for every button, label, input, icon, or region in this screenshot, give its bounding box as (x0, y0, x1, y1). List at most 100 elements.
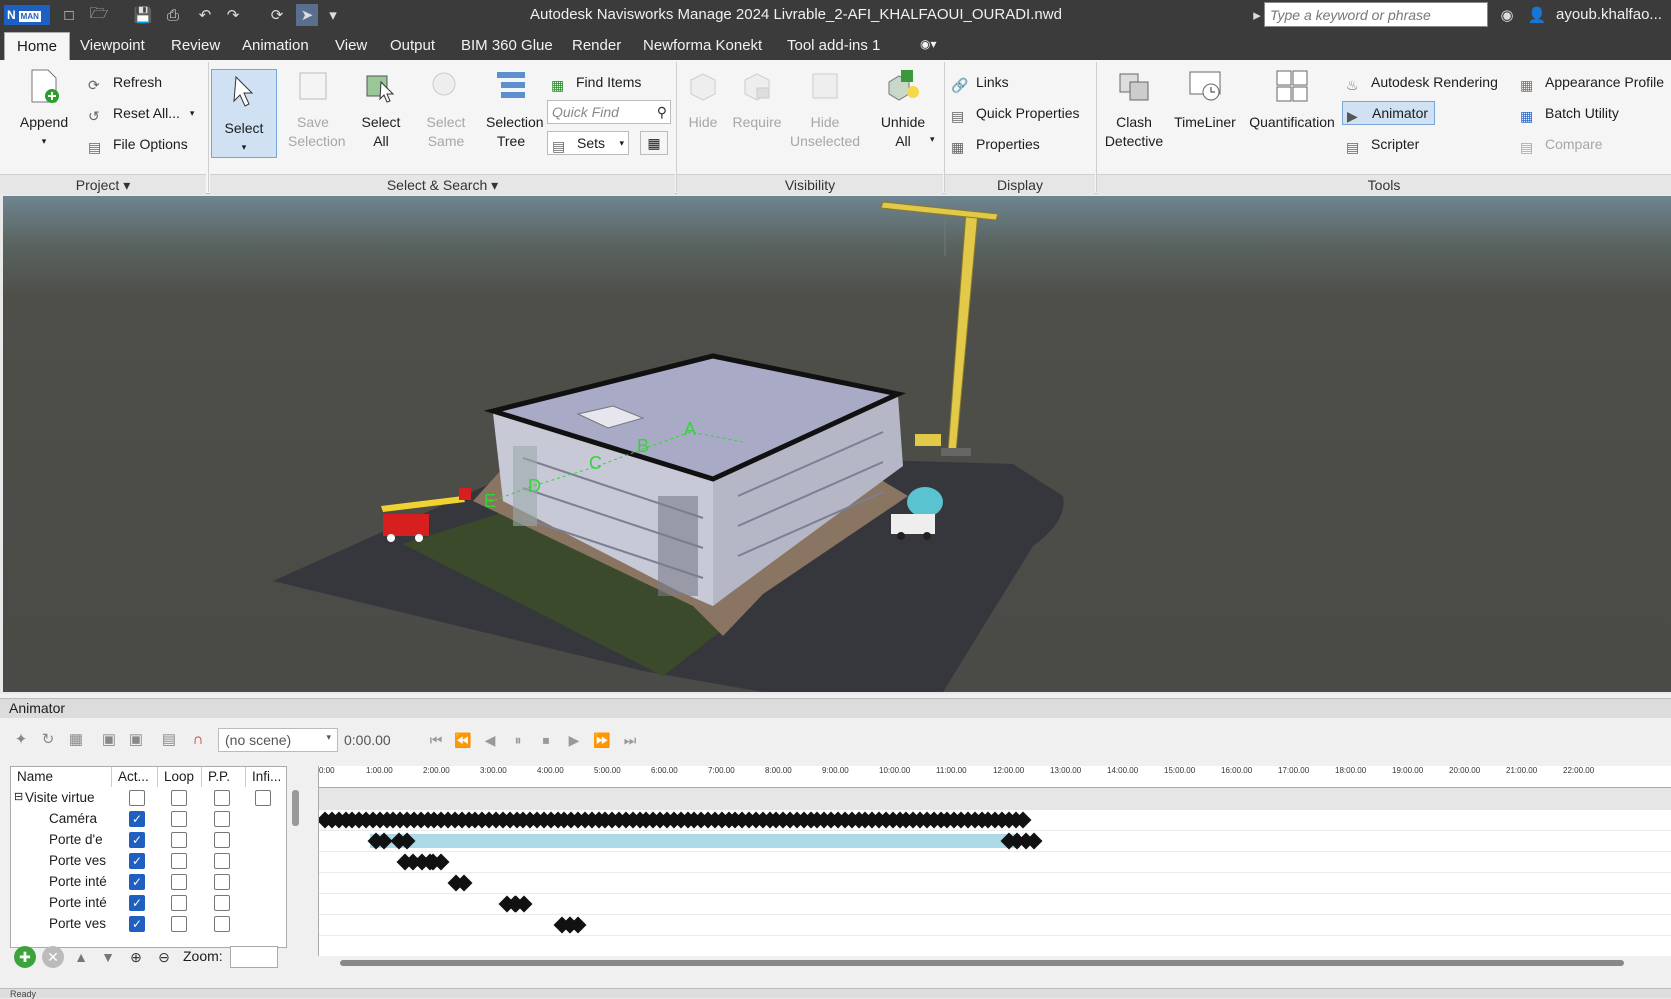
tab-animation[interactable]: Animation (242, 37, 309, 54)
save-icon[interactable]: 💾 (132, 4, 154, 26)
timeliner-button[interactable]: TimeLiner (1172, 68, 1238, 132)
stop-icon[interactable]: ⏹ (534, 728, 558, 752)
row-porte-interieure-1[interactable]: Porte inté ✓ (11, 871, 286, 893)
print-icon[interactable]: ⎙ (162, 4, 184, 26)
compare-button[interactable]: ▤ Compare (1520, 132, 1603, 156)
add-scene-button[interactable]: ✚ (14, 946, 36, 968)
pp-checkbox[interactable] (214, 832, 230, 848)
column-name[interactable]: Name (11, 767, 112, 787)
batch-utility-button[interactable]: ▦ Batch Utility (1520, 101, 1619, 125)
reset-all-button[interactable]: ↺ Reset All... ▾ (88, 101, 194, 125)
select-button[interactable]: Select ▾ (211, 69, 277, 158)
reverse-play-icon[interactable]: ◀ (478, 728, 502, 752)
select-same-button[interactable]: Select Same (418, 68, 474, 151)
tab-render[interactable]: Render (572, 37, 621, 54)
search-icon[interactable]: ⚲ (657, 100, 667, 124)
animator-button[interactable]: ▶ Animator (1342, 101, 1436, 125)
zoom-out-icon[interactable]: ⊖ (153, 946, 175, 968)
quick-properties-button[interactable]: ▤ Quick Properties (951, 101, 1079, 125)
collapse-icon[interactable]: ⊟ (14, 790, 23, 803)
find-items-button[interactable]: ▦ Find Items (551, 70, 641, 94)
select-all-button[interactable]: Select All (352, 68, 410, 151)
tab-view[interactable]: View (335, 37, 367, 54)
move-down-icon[interactable]: ▼ (97, 946, 119, 968)
fast-forward-icon[interactable]: ⏭ (618, 728, 642, 752)
scene-row-visite-virtuelle[interactable]: Visite virtue ⊟ (11, 787, 286, 809)
add-animation-icon[interactable]: ✦ (10, 728, 32, 750)
timeline-track[interactable] (319, 914, 1671, 936)
tab-output[interactable]: Output (390, 37, 435, 54)
customize-dropdown-icon[interactable]: ▾ (322, 4, 344, 26)
infinite-checkbox[interactable] (255, 790, 271, 806)
active-checkbox[interactable]: ✓ (129, 811, 145, 827)
quick-find-input[interactable]: Quick Find ⚲ (547, 100, 671, 124)
append-button[interactable]: Append ▾ (14, 68, 74, 151)
active-checkbox[interactable]: ✓ (129, 832, 145, 848)
column-loop[interactable]: Loop (158, 767, 202, 787)
rotate-icon[interactable]: ↻ (37, 728, 59, 750)
animator-timeline[interactable]: 0:00 1:00.00 2:00.00 3:00.00 4:00.00 5:00.00 6… (318, 766, 1671, 956)
selection-tree-button[interactable]: Selection Tree (480, 68, 544, 151)
pause-icon[interactable]: ⏸ (506, 728, 530, 752)
column-active[interactable]: Act... (112, 767, 158, 787)
refresh-button[interactable]: ⟳ Refresh (88, 70, 162, 94)
delete-scene-button[interactable]: ✕ (42, 946, 64, 968)
animation-bar[interactable] (370, 834, 1021, 848)
loop-checkbox[interactable] (171, 895, 187, 911)
move-up-icon[interactable]: ▲ (70, 946, 92, 968)
project-panel-label[interactable]: Project ▾ (0, 174, 206, 194)
unhide-all-dropdown-icon[interactable]: ▾ (930, 134, 935, 145)
help-search-input[interactable]: Type a keyword or phrase (1264, 2, 1488, 27)
tab-tool-addins[interactable]: Tool add-ins 1 (787, 37, 880, 54)
current-time-field[interactable]: 0:00.00 (344, 732, 391, 748)
select-search-panel-label[interactable]: Select & Search ▾ (210, 174, 675, 194)
color-icon[interactable]: ▣ (125, 728, 147, 750)
snap-magnet-icon[interactable]: ∩ (187, 728, 209, 750)
scripter-button[interactable]: ▤ Scripter (1346, 132, 1419, 156)
manage-sets-icon[interactable]: ▦ (640, 131, 668, 155)
pp-checkbox[interactable] (214, 916, 230, 932)
workspace-dropdown-icon[interactable]: ◉▾ (920, 37, 937, 51)
save-selection-button[interactable]: Save Selection (280, 68, 346, 151)
autodesk-rendering-button[interactable]: ♨ Autodesk Rendering (1346, 70, 1498, 94)
timeline-horizontal-scrollbar[interactable] (340, 960, 1624, 966)
hide-unselected-button[interactable]: Hide Unselected (784, 68, 866, 151)
unhide-all-button[interactable]: Unhide All (872, 68, 934, 151)
loop-checkbox[interactable] (171, 874, 187, 890)
row-porte-vestiaire-2[interactable]: Porte ves ✓ (11, 913, 286, 935)
refresh-icon[interactable]: ⟳ (266, 4, 288, 26)
zoom-input[interactable] (230, 946, 278, 968)
sets-dropdown[interactable]: ▤ Sets ▾ (547, 131, 629, 155)
tab-bim360-glue[interactable]: BIM 360 Glue (461, 37, 553, 54)
loop-checkbox[interactable] (171, 790, 187, 806)
pp-checkbox[interactable] (214, 790, 230, 806)
transparency-icon[interactable]: ▤ (158, 728, 180, 750)
user-icon[interactable]: 👤 (1526, 4, 1548, 26)
open-folder-icon[interactable]: 🗁 (88, 4, 110, 26)
row-porte-entree[interactable]: Porte d'e ✓ (11, 829, 286, 851)
zoom-in-icon[interactable]: ⊕ (125, 946, 147, 968)
properties-button[interactable]: ▦ Properties (951, 132, 1040, 156)
step-forward-icon[interactable]: ⏩ (590, 728, 614, 752)
app-logo[interactable]: N MAN (4, 5, 50, 25)
loop-checkbox[interactable] (171, 811, 187, 827)
timeline-track[interactable] (319, 851, 1671, 873)
column-infinite[interactable]: Infi... (246, 767, 286, 787)
rewind-icon[interactable]: ⏮ (424, 728, 448, 752)
row-porte-interieure-2[interactable]: Porte inté ✓ (11, 892, 286, 914)
active-checkbox[interactable] (129, 790, 145, 806)
pp-checkbox[interactable] (214, 874, 230, 890)
undo-icon[interactable]: ↶ (194, 4, 216, 26)
redo-icon[interactable]: ↷ (222, 4, 244, 26)
new-file-icon[interactable]: □ (58, 4, 80, 26)
active-checkbox[interactable]: ✓ (129, 916, 145, 932)
scale-icon[interactable]: ▦ (65, 728, 87, 750)
tab-newforma-konekt[interactable]: Newforma Konekt (643, 37, 762, 54)
active-checkbox[interactable]: ✓ (129, 895, 145, 911)
tree-scrollbar[interactable] (292, 790, 299, 826)
appearance-profiler-button[interactable]: ▦ Appearance Profile (1520, 70, 1664, 94)
play-icon[interactable]: ▶ (562, 728, 586, 752)
binoculars-icon[interactable]: ◉ (1496, 4, 1518, 26)
row-porte-vestiaire[interactable]: Porte ves ✓ (11, 850, 286, 872)
row-camera[interactable]: Caméra ✓ (11, 808, 286, 830)
